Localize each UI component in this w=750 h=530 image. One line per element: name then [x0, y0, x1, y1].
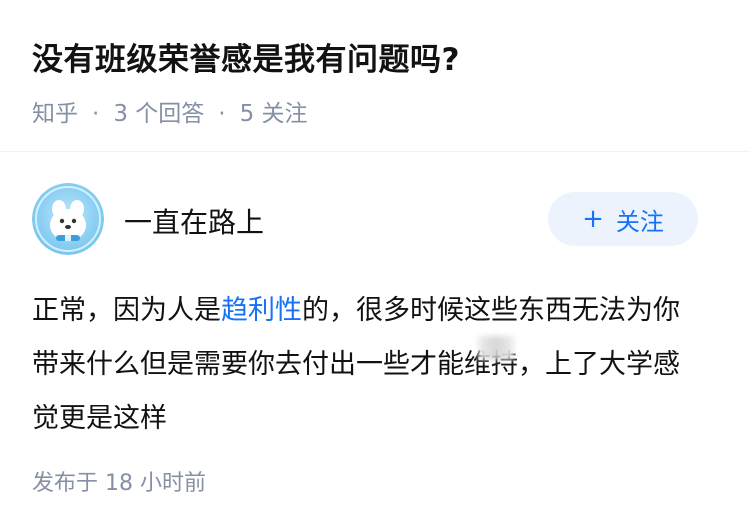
- followers-count: 5 关注: [239, 101, 308, 127]
- follow-button[interactable]: + 关注: [548, 192, 698, 246]
- answer-content: 正常，因为人是趋利性的，很多时候这些东西无法为你带来什么但是需要你去付出一些才能…: [32, 284, 702, 446]
- separator-dot: ·: [218, 101, 226, 127]
- answers-count[interactable]: 3 个回答: [113, 101, 204, 127]
- avatar-image-icon: [32, 183, 104, 255]
- source-label[interactable]: 知乎: [32, 101, 78, 127]
- divider: [0, 151, 750, 152]
- keyword-link[interactable]: 趋利性: [221, 295, 302, 326]
- publish-time: 发布于 18 小时前: [32, 471, 206, 496]
- separator-dot: ·: [92, 101, 100, 127]
- author-row: 一直在路上 + 关注: [0, 180, 750, 260]
- follow-label: 关注: [615, 207, 664, 236]
- question-meta: 知乎 · 3 个回答 · 5 关注: [32, 94, 308, 128]
- answer-text-start: 正常，因为人是: [32, 295, 221, 326]
- author-name[interactable]: 一直在路上: [124, 201, 264, 241]
- avatar[interactable]: [32, 183, 104, 255]
- question-title[interactable]: 没有班级荣誉感是我有问题吗?: [32, 34, 460, 79]
- plus-icon: +: [582, 204, 604, 234]
- question-header: 没有班级荣誉感是我有问题吗? 知乎 · 3 个回答 · 5 关注: [0, 0, 750, 152]
